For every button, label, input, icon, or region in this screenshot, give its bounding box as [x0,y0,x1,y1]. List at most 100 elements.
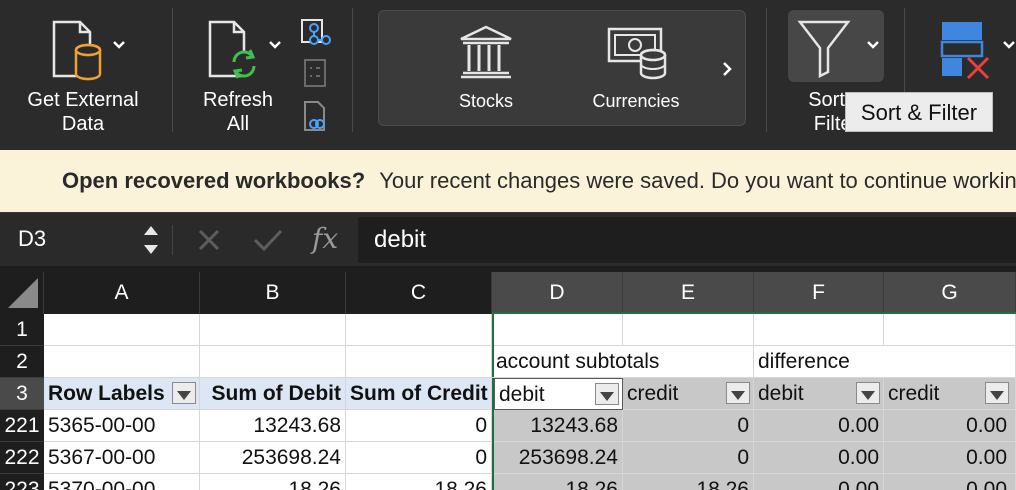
cell-d1[interactable] [492,314,623,346]
select-all-corner[interactable] [0,272,44,314]
cell-c1[interactable] [346,314,492,346]
cell-g3[interactable]: credit [884,378,1016,410]
column-header-g[interactable]: G [884,272,1016,314]
cell-g221[interactable]: 0.00 [884,410,1016,442]
cell-d222[interactable]: 253698.24 [492,442,623,474]
database-document-icon [52,20,102,81]
cell-g222[interactable]: 0.00 [884,442,1016,474]
filter-dropdown-button[interactable] [985,382,1009,404]
cell-f3-text: debit [758,382,804,405]
cell-f1[interactable] [754,314,884,346]
cell-g223[interactable]: 0.00 [884,474,1016,490]
chevron-down-icon[interactable] [112,40,126,50]
dropdown-arrow-icon [861,391,875,400]
confirm-icon[interactable] [252,223,284,255]
notification-title: Open recovered workbooks? [62,168,366,193]
column-header-f[interactable]: F [754,272,884,314]
connections-icon[interactable] [300,18,332,48]
cell-e3[interactable]: credit [623,378,754,410]
cell-d2[interactable]: account subtotals [492,346,659,378]
cell-g1[interactable] [884,314,1016,346]
cell-a221[interactable]: 5365-00-00 [44,410,200,442]
cell-d221[interactable]: 13243.68 [492,410,623,442]
cell-f2[interactable]: difference [754,346,884,378]
cell-b222[interactable]: 253698.24 [200,442,346,474]
get-external-data-label: Get External Data [27,89,139,135]
cell-c223[interactable]: 18.26 [346,474,492,490]
refresh-all-label: Refresh All [202,89,274,135]
filter-dropdown-button[interactable] [856,382,880,404]
name-box-stepper-icon[interactable] [142,221,160,259]
cell-a2[interactable] [44,346,200,378]
dropdown-arrow-icon [990,391,1004,400]
chevron-down-icon[interactable] [268,40,282,50]
column-header-row: A B C D E F G [0,266,1016,314]
cell-f221[interactable]: 0.00 [754,410,884,442]
cell-e223[interactable]: 18.26 [623,474,754,490]
row-header-2[interactable]: 2 [0,346,44,378]
cell-c222[interactable]: 0 [346,442,492,474]
row-header-222[interactable]: 222 [0,442,44,474]
cell-b3[interactable]: Sum of Debit [200,378,346,410]
chevron-down-icon[interactable] [866,40,880,50]
cell-g2[interactable] [884,346,1016,378]
cell-b2[interactable] [200,346,346,378]
row-header-223[interactable]: 223 [0,474,44,490]
cell-c3[interactable]: Sum of Credit [346,378,492,410]
notification-message: Your recent changes were saved. Do you w… [379,168,1016,193]
filter-dropdown-button[interactable] [172,382,196,404]
edit-links-icon[interactable] [302,100,330,134]
row-header-221[interactable]: 221 [0,410,44,442]
cell-e222[interactable]: 0 [623,442,754,474]
cell-d3-active[interactable]: debit [494,378,623,410]
filter-dropdown-button[interactable] [595,383,619,405]
filter-dropdown-button[interactable] [726,382,750,404]
stocks-button[interactable]: Stocks [441,19,531,119]
column-header-e[interactable]: E [623,272,754,314]
ribbon-separator [172,8,173,132]
cell-f223[interactable]: 0.00 [754,474,884,490]
data-tools-icon [940,22,990,80]
cell-a1[interactable] [44,314,200,346]
chevron-right-icon[interactable] [721,61,733,77]
cell-a3-row-labels[interactable]: Row Labels [44,378,200,410]
cell-d223[interactable]: 18.26 [492,474,623,490]
filter-funnel-icon [797,20,851,79]
select-all-triangle-icon [8,278,38,308]
recovery-notification-bar: Open recovered workbooks? Your recent cha… [0,150,1016,212]
stocks-label: Stocks [458,91,514,111]
cancel-icon[interactable] [196,223,222,255]
cell-b223[interactable]: 18.26 [200,474,346,490]
column-header-c[interactable]: C [346,272,492,314]
get-external-data-button[interactable]: Get External Data [10,14,156,136]
currencies-label: Currencies [592,91,680,111]
column-header-d[interactable]: D [492,272,623,314]
cell-c2[interactable] [346,346,492,378]
cell-d3-text: debit [499,383,545,406]
cell-e221[interactable]: 0 [623,410,754,442]
formula-input[interactable]: debit [358,217,1016,263]
currencies-button[interactable]: Currencies [579,19,693,119]
dropdown-arrow-icon [731,391,745,400]
column-header-a[interactable]: A [44,272,200,314]
data-types-gallery: Stocks Currencies [378,10,746,126]
cell-e3-text: credit [627,382,679,405]
refresh-document-icon [208,20,257,79]
cell-c221[interactable]: 0 [346,410,492,442]
cell-f3[interactable]: debit [754,378,884,410]
cell-a223[interactable]: 5370-00-00 [44,474,200,490]
cell-b1[interactable] [200,314,346,346]
ribbon-separator [352,8,353,132]
dropdown-arrow-icon [600,392,614,401]
insert-function-button[interactable]: fx [312,219,338,259]
properties-icon[interactable] [302,58,328,88]
cell-e1[interactable] [623,314,754,346]
refresh-all-button[interactable]: Refresh All [190,14,286,136]
cell-b221[interactable]: 13243.68 [200,410,346,442]
cell-a222[interactable]: 5367-00-00 [44,442,200,474]
column-header-b[interactable]: B [200,272,346,314]
row-header-1[interactable]: 1 [0,314,44,346]
chevron-down-icon[interactable] [1002,40,1016,50]
row-header-3[interactable]: 3 [0,378,44,410]
cell-f222[interactable]: 0.00 [754,442,884,474]
